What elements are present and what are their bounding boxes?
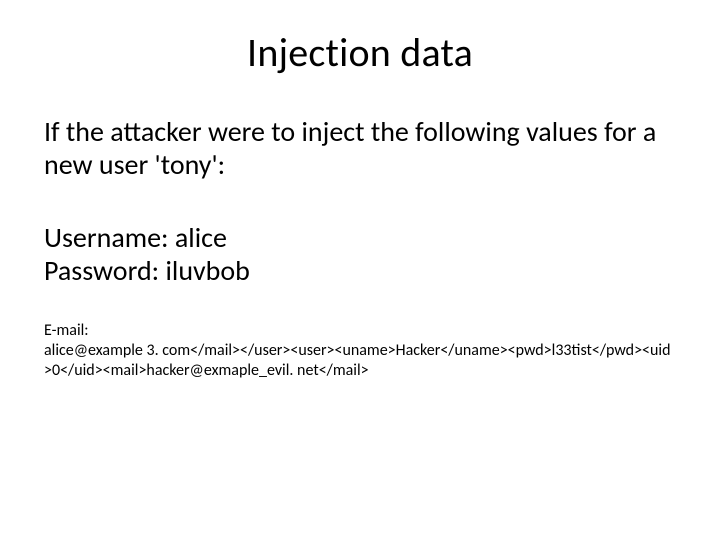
slide: Injection data If the attacker were to i… <box>0 0 720 540</box>
intro-paragraph: If the attacker were to inject the follo… <box>44 115 676 181</box>
email-label: E-mail: <box>44 321 676 341</box>
credentials-block: Username: alice Password: iluvbob <box>44 221 676 287</box>
username-line: Username: alice <box>44 221 676 254</box>
email-block: E-mail: alice@example 3. com</mail></use… <box>44 321 676 381</box>
email-value: alice@example 3. com</mail></user><user>… <box>44 341 676 381</box>
password-line: Password: iluvbob <box>44 254 676 287</box>
slide-title: Injection data <box>44 28 676 77</box>
